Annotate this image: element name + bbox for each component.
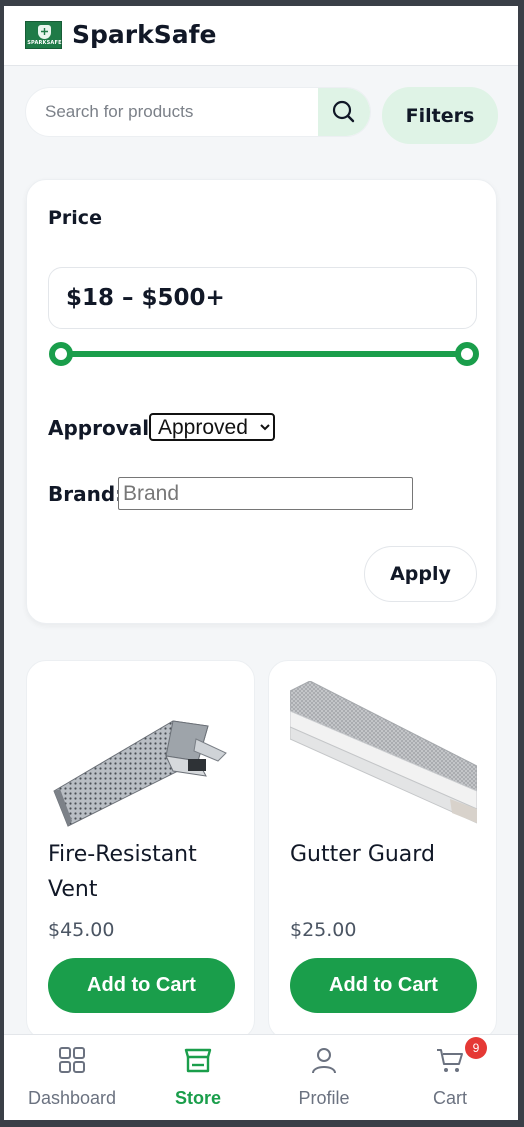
product-name[interactable]: Fire-Resistant Vent <box>48 837 238 907</box>
price-label: Price <box>48 207 102 229</box>
brand-name: SparkSafe <box>72 20 217 49</box>
user-icon <box>312 1048 336 1074</box>
nav-label: Profile <box>298 1088 350 1108</box>
product-price: $25.00 <box>290 919 357 941</box>
product-name[interactable]: Gutter Guard <box>290 837 480 872</box>
approval-label: Approval: <box>48 416 158 440</box>
cart-icon <box>437 1049 463 1072</box>
nav-label: Store <box>174 1088 221 1108</box>
search-button[interactable] <box>318 88 370 136</box>
nav-label: Cart <box>432 1088 467 1108</box>
price-range-display: $18 – $500+ <box>48 267 477 329</box>
price-range-value: $18 – $500+ <box>66 285 225 311</box>
app-screen: SPARKSAFE SparkSafe Filters Price $18 – … <box>4 6 518 1120</box>
search-bar <box>25 87 371 137</box>
shield-icon <box>38 25 51 39</box>
nav-item-store[interactable]: Store <box>135 1035 261 1120</box>
add-to-cart-button[interactable]: Add to Cart <box>48 958 235 1013</box>
nav-item-dashboard[interactable]: Dashboard <box>9 1035 135 1120</box>
price-slider-min-handle[interactable] <box>49 342 73 366</box>
logo-text: SPARKSAFE <box>27 40 62 46</box>
product-card[interactable]: Fire-Resistant Vent $45.00 Add to Cart <box>26 660 255 1040</box>
product-card[interactable]: Gutter Guard $25.00 Add to Cart <box>268 660 497 1040</box>
nav-label: Dashboard <box>27 1088 117 1108</box>
apply-button[interactable]: Apply <box>364 546 477 602</box>
cart-count-badge: 9 <box>465 1037 487 1059</box>
product-image-vent[interactable] <box>48 681 235 831</box>
nav-item-profile[interactable]: Profile <box>261 1035 387 1120</box>
store-icon <box>184 1048 212 1073</box>
add-to-cart-button[interactable]: Add to Cart <box>290 958 477 1013</box>
search-input[interactable] <box>26 88 320 136</box>
filters-button[interactable]: Filters <box>382 87 498 144</box>
bottom-navigation: Dashboard Store Profile 9 Cart <box>4 1034 518 1120</box>
search-icon <box>332 100 355 123</box>
price-slider-track[interactable] <box>61 351 469 357</box>
product-image-gutter-guard[interactable] <box>290 681 477 831</box>
price-slider-max-handle[interactable] <box>455 342 479 366</box>
sparksafe-logo[interactable]: SPARKSAFE <box>25 21 62 49</box>
app-header: SPARKSAFE SparkSafe <box>4 6 518 66</box>
brand-input[interactable] <box>118 477 413 510</box>
approval-select[interactable]: Approved <box>149 413 275 441</box>
grid-icon <box>59 1047 85 1073</box>
filter-panel: Price $18 – $500+ Approval: Approved Bra… <box>26 179 497 624</box>
brand-label: Brand: <box>48 482 124 506</box>
product-price: $45.00 <box>48 919 115 941</box>
nav-item-cart[interactable]: 9 Cart <box>387 1035 513 1120</box>
